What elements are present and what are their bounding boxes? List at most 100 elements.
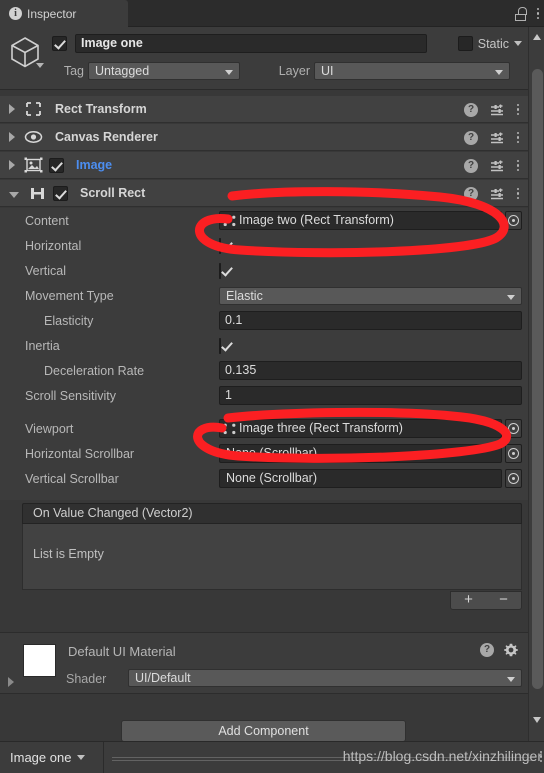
- kebab-menu-icon[interactable]: [536, 7, 540, 20]
- kebab-menu-icon[interactable]: [516, 187, 520, 200]
- field-horizontal-scrollbar[interactable]: None (Scrollbar): [219, 444, 522, 463]
- component-actions: ?: [464, 180, 520, 207]
- object-field-vertical-scrollbar[interactable]: None (Scrollbar): [219, 469, 502, 488]
- checkbox-vertical[interactable]: [219, 262, 221, 279]
- input-elasticity[interactable]: 0.1: [219, 311, 522, 330]
- shader-dropdown[interactable]: UI/Default: [128, 669, 522, 687]
- label-elasticity: Elasticity: [44, 313, 94, 328]
- object-picker-icon-horizontal-scrollbar[interactable]: [505, 444, 522, 463]
- checkbox-horizontal[interactable]: [219, 237, 221, 254]
- status-breadcrumb-label: Image one: [10, 750, 72, 765]
- component-actions: ?: [464, 124, 520, 151]
- foldout-arrow-canvas-renderer[interactable]: [9, 132, 15, 142]
- material-actions: ?: [480, 643, 518, 657]
- field-content[interactable]: Image two (Rect Transform): [219, 211, 522, 230]
- checkbox-inertia[interactable]: [219, 337, 221, 354]
- material-title: Default UI Material: [68, 644, 176, 659]
- static-control: Static: [457, 36, 522, 51]
- kebab-menu-icon[interactable]: [516, 159, 520, 172]
- tag-dropdown[interactable]: Untagged: [88, 62, 240, 80]
- object-field-viewport[interactable]: Image three (Rect Transform): [219, 419, 502, 438]
- field-vertical-scrollbar[interactable]: None (Scrollbar): [219, 469, 522, 488]
- foldout-arrow-material[interactable]: [8, 677, 14, 687]
- property-row-vertical-scrollbar: Vertical Scrollbar None (Scrollbar): [0, 466, 528, 491]
- field-elasticity[interactable]: 0.1: [219, 311, 522, 330]
- component-enabled-checkbox-image[interactable]: [49, 157, 64, 173]
- scroll-down-arrow-icon[interactable]: [533, 717, 541, 723]
- event-list-header: On Value Changed (Vector2): [22, 503, 522, 524]
- kebab-menu-icon[interactable]: [516, 131, 520, 144]
- component-header-canvas-renderer[interactable]: Canvas Renderer ?: [0, 124, 528, 151]
- inspector-vertical-scrollbar[interactable]: [528, 27, 544, 742]
- component-enabled-checkbox-scroll-rect[interactable]: [53, 185, 68, 201]
- object-picker-icon-content[interactable]: [505, 211, 522, 230]
- scroll-up-arrow-icon[interactable]: [533, 34, 541, 40]
- kebab-menu-icon[interactable]: [516, 103, 520, 116]
- property-row-horizontal: Horizontal: [0, 233, 528, 258]
- object-picker-icon-vertical-scrollbar[interactable]: [505, 469, 522, 488]
- shader-label: Shader: [66, 672, 107, 686]
- help-icon[interactable]: ?: [464, 102, 478, 117]
- component-header-rect-transform[interactable]: Rect Transform ?: [0, 96, 528, 123]
- label-viewport: Viewport: [25, 421, 74, 436]
- input-scroll-sensitivity[interactable]: 1: [219, 386, 522, 405]
- label-movement-type: Movement Type: [25, 288, 114, 303]
- static-checkbox[interactable]: [457, 36, 473, 51]
- field-deceleration-rate[interactable]: 0.135: [219, 361, 522, 380]
- field-viewport[interactable]: Image three (Rect Transform): [219, 419, 522, 438]
- add-event-button[interactable]: +: [451, 592, 486, 609]
- preset-icon[interactable]: [490, 103, 504, 117]
- property-row-movement-type: Movement Type Elastic: [0, 283, 528, 308]
- field-movement-type[interactable]: Elastic: [219, 286, 522, 305]
- object-picker-icon-viewport[interactable]: [505, 419, 522, 438]
- label-scroll-sensitivity: Scroll Sensitivity: [25, 388, 116, 403]
- lock-icon[interactable]: [514, 6, 527, 21]
- foldout-arrow-scroll-rect[interactable]: [9, 191, 19, 198]
- help-icon[interactable]: ?: [464, 186, 478, 201]
- watermark-url: https://blog.csdn.net/xinzhilinger: [342, 747, 542, 764]
- label-inertia: Inertia: [25, 338, 60, 353]
- field-horizontal[interactable]: [219, 237, 522, 254]
- tab-inspector[interactable]: i Inspector: [0, 0, 128, 27]
- help-icon[interactable]: ?: [464, 130, 478, 145]
- scrollbar-thumb[interactable]: [532, 69, 543, 689]
- help-icon[interactable]: ?: [480, 643, 494, 657]
- object-field-content[interactable]: Image two (Rect Transform): [219, 211, 502, 230]
- help-icon[interactable]: ?: [464, 158, 478, 173]
- component-header-scroll-rect[interactable]: Scroll Rect ?: [0, 180, 528, 207]
- tab-inspector-label: Inspector: [27, 6, 77, 21]
- remove-event-button[interactable]: −: [486, 592, 521, 609]
- gameobject-name-input[interactable]: Image one: [75, 34, 427, 53]
- add-component-button[interactable]: Add Component: [121, 720, 406, 742]
- component-actions: ?: [464, 96, 520, 123]
- object-field-horizontal-scrollbar[interactable]: None (Scrollbar): [219, 444, 502, 463]
- component-header-image[interactable]: Image ?: [0, 152, 528, 179]
- static-dropdown-arrow[interactable]: [514, 41, 522, 46]
- gameobject-name-row: Image one: [52, 34, 427, 53]
- material-block: Default UI Material Shader UI/Default ?: [0, 632, 528, 694]
- field-inertia[interactable]: [219, 337, 522, 354]
- label-horizontal: Horizontal: [25, 238, 82, 253]
- preset-icon[interactable]: [490, 159, 504, 173]
- foldout-arrow-image[interactable]: [9, 160, 15, 170]
- component-name-rect-transform: Rect Transform: [55, 102, 147, 116]
- label-horizontal-scrollbar: Horizontal Scrollbar: [25, 446, 135, 461]
- gameobject-header: Image one Static Tag Untagged Layer UI: [0, 27, 528, 90]
- property-row-horizontal-scrollbar: Horizontal Scrollbar None (Scrollbar): [0, 441, 528, 466]
- dropdown-movement-type[interactable]: Elastic: [219, 286, 522, 305]
- property-row-scroll-sensitivity: Scroll Sensitivity 1: [0, 383, 528, 408]
- kebab-menu-icon[interactable]: [539, 750, 543, 762]
- scroll-rect-icon: [27, 184, 47, 202]
- field-vertical[interactable]: [219, 262, 522, 279]
- gear-icon[interactable]: [504, 643, 518, 657]
- field-scroll-sensitivity[interactable]: 1: [219, 386, 522, 405]
- status-breadcrumb[interactable]: Image one: [0, 741, 104, 773]
- foldout-arrow-rect-transform[interactable]: [9, 104, 15, 114]
- input-deceleration-rate[interactable]: 0.135: [219, 361, 522, 380]
- material-preview-swatch[interactable]: [23, 644, 56, 677]
- chevron-down-icon[interactable]: [77, 755, 86, 760]
- layer-dropdown[interactable]: UI: [314, 62, 510, 80]
- preset-icon[interactable]: [490, 187, 504, 201]
- preset-icon[interactable]: [490, 131, 504, 145]
- gameobject-active-checkbox[interactable]: [52, 36, 67, 51]
